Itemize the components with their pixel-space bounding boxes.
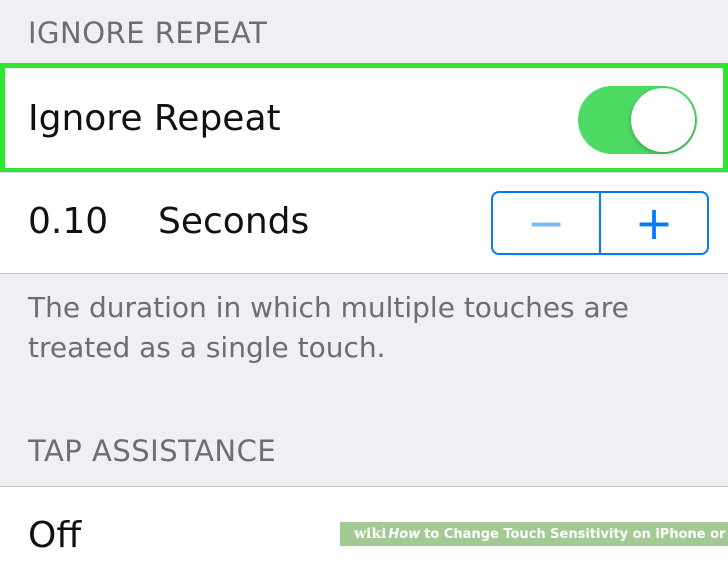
- watermark-banner: wiki How to Change Touch Sensitivity on …: [340, 522, 728, 546]
- decrement-button[interactable]: −: [493, 193, 601, 253]
- ignore-repeat-toggle[interactable]: [578, 86, 697, 154]
- watermark-how: How: [388, 526, 421, 542]
- duration-description: The duration in which multiple touches a…: [28, 291, 629, 364]
- tap-assistance-section-header: TAP ASSISTANCE: [28, 434, 277, 468]
- duration-value: 0.10: [28, 201, 109, 242]
- toggle-knob: [631, 88, 695, 152]
- ignore-repeat-row: Ignore Repeat: [0, 68, 728, 172]
- increment-button[interactable]: +: [601, 193, 707, 253]
- watermark-brand: wiki: [354, 526, 387, 542]
- duration-unit-label: Seconds: [158, 201, 310, 242]
- ignore-repeat-section-header: IGNORE REPEAT: [28, 16, 268, 50]
- tap-assistance-value: Off: [28, 515, 82, 556]
- duration-row: 0.10 Seconds − +: [0, 172, 728, 274]
- duration-stepper: − +: [491, 191, 709, 255]
- watermark-title: to Change Touch Sensitivity on iPhone or…: [424, 526, 728, 542]
- ignore-repeat-label: Ignore Repeat: [28, 98, 281, 139]
